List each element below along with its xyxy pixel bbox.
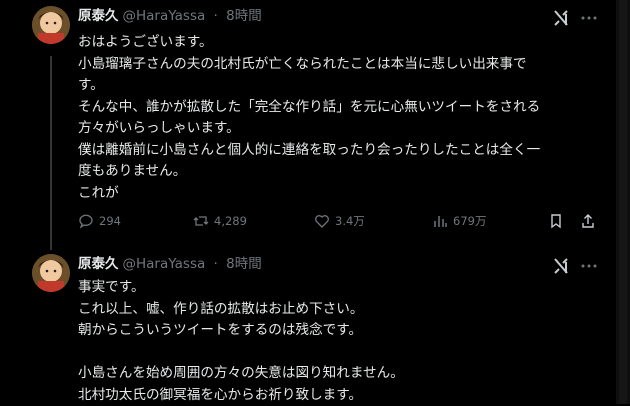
author-name[interactable]: 原泰久 (78, 256, 119, 272)
text-line: そんな中、誰かが拡散した「完全な作り話」を元に心無いツイートをされる (78, 97, 598, 119)
text-line: 朝からこういうツイートをするのは残念です。 (78, 320, 598, 342)
retweet-icon (193, 213, 209, 229)
text-line: おはようございます。 (78, 32, 598, 54)
bookmark-button[interactable] (548, 210, 569, 232)
separator: · (214, 256, 218, 272)
tweet-header: 原泰久@HaraYassa · 8時間 (78, 6, 262, 26)
text-line: これ以上、嘘、作り話の拡散はお止め下さい。 (78, 299, 598, 321)
like-button[interactable]: 3.4万 (314, 210, 365, 232)
text-line: 度もありません。 (78, 161, 598, 183)
tweet-header: 原泰久@HaraYassa · 8時間 (78, 254, 262, 274)
thread-line (50, 56, 52, 250)
share-button[interactable] (580, 210, 601, 232)
more-icon[interactable] (580, 257, 598, 275)
text-line: 北村功太氏の御冥福を心からお祈り致します。 (78, 385, 598, 406)
like-icon (314, 213, 330, 229)
author-handle[interactable]: @HaraYassa (123, 256, 206, 272)
grok-icon[interactable] (552, 257, 570, 275)
text-line: す。 (78, 75, 598, 97)
bookmark-icon (548, 213, 564, 229)
text-line: 小島さんを始め周囲の方々の失意は図り知れません。 (78, 363, 598, 385)
text-line: これが (78, 183, 598, 205)
text-line: 小島瑠璃子さんの夫の北村氏が亡くなられたことは本当に悲しい出来事で (78, 54, 598, 76)
retweet-button[interactable]: 4,289 (193, 210, 247, 232)
action-bar: 294 4,289 3.4万 679万 (78, 210, 604, 232)
views-button[interactable]: 679万 (432, 210, 486, 232)
avatar[interactable] (32, 254, 70, 292)
timestamp[interactable]: 8時間 (226, 256, 262, 272)
author-handle[interactable]: @HaraYassa (123, 8, 206, 24)
blank-line (78, 342, 598, 364)
share-icon (580, 213, 596, 229)
text-line: 事実です。 (78, 277, 598, 299)
avatar[interactable] (32, 6, 70, 44)
like-count: 3.4万 (335, 213, 365, 229)
separator: · (214, 8, 218, 24)
more-icon[interactable] (580, 9, 598, 27)
grok-icon[interactable] (552, 9, 570, 27)
text-line: 方々がいらっしゃいます。 (78, 118, 598, 140)
scrollbar-thumb[interactable] (619, 0, 627, 404)
text-line: 僕は離婚前に小島さんと個人的に連絡を取ったり会ったりしたことは全く一 (78, 140, 598, 162)
reply-button[interactable]: 294 (78, 210, 121, 232)
scrollbar[interactable] (616, 0, 630, 404)
tweet-text: おはようございます。 小島瑠璃子さんの夫の北村氏が亡くなられたことは本当に悲しい… (78, 32, 598, 204)
timestamp[interactable]: 8時間 (226, 8, 262, 24)
tweet-text: 事実です。 これ以上、嘘、作り話の拡散はお止め下さい。 朝からこういうツイートを… (78, 277, 598, 406)
reply-icon (78, 213, 94, 229)
tweet-1[interactable]: 原泰久@HaraYassa · 8時間 おはようございます。 小島瑠璃子さんの夫… (0, 0, 616, 240)
retweet-count: 4,289 (214, 214, 247, 228)
author-name[interactable]: 原泰久 (78, 8, 119, 24)
views-icon (432, 213, 448, 229)
views-count: 679万 (453, 213, 486, 229)
reply-count: 294 (99, 214, 121, 228)
tweet-2[interactable]: 原泰久@HaraYassa · 8時間 事実です。 これ以上、嘘、作り話の拡散は… (0, 240, 616, 404)
